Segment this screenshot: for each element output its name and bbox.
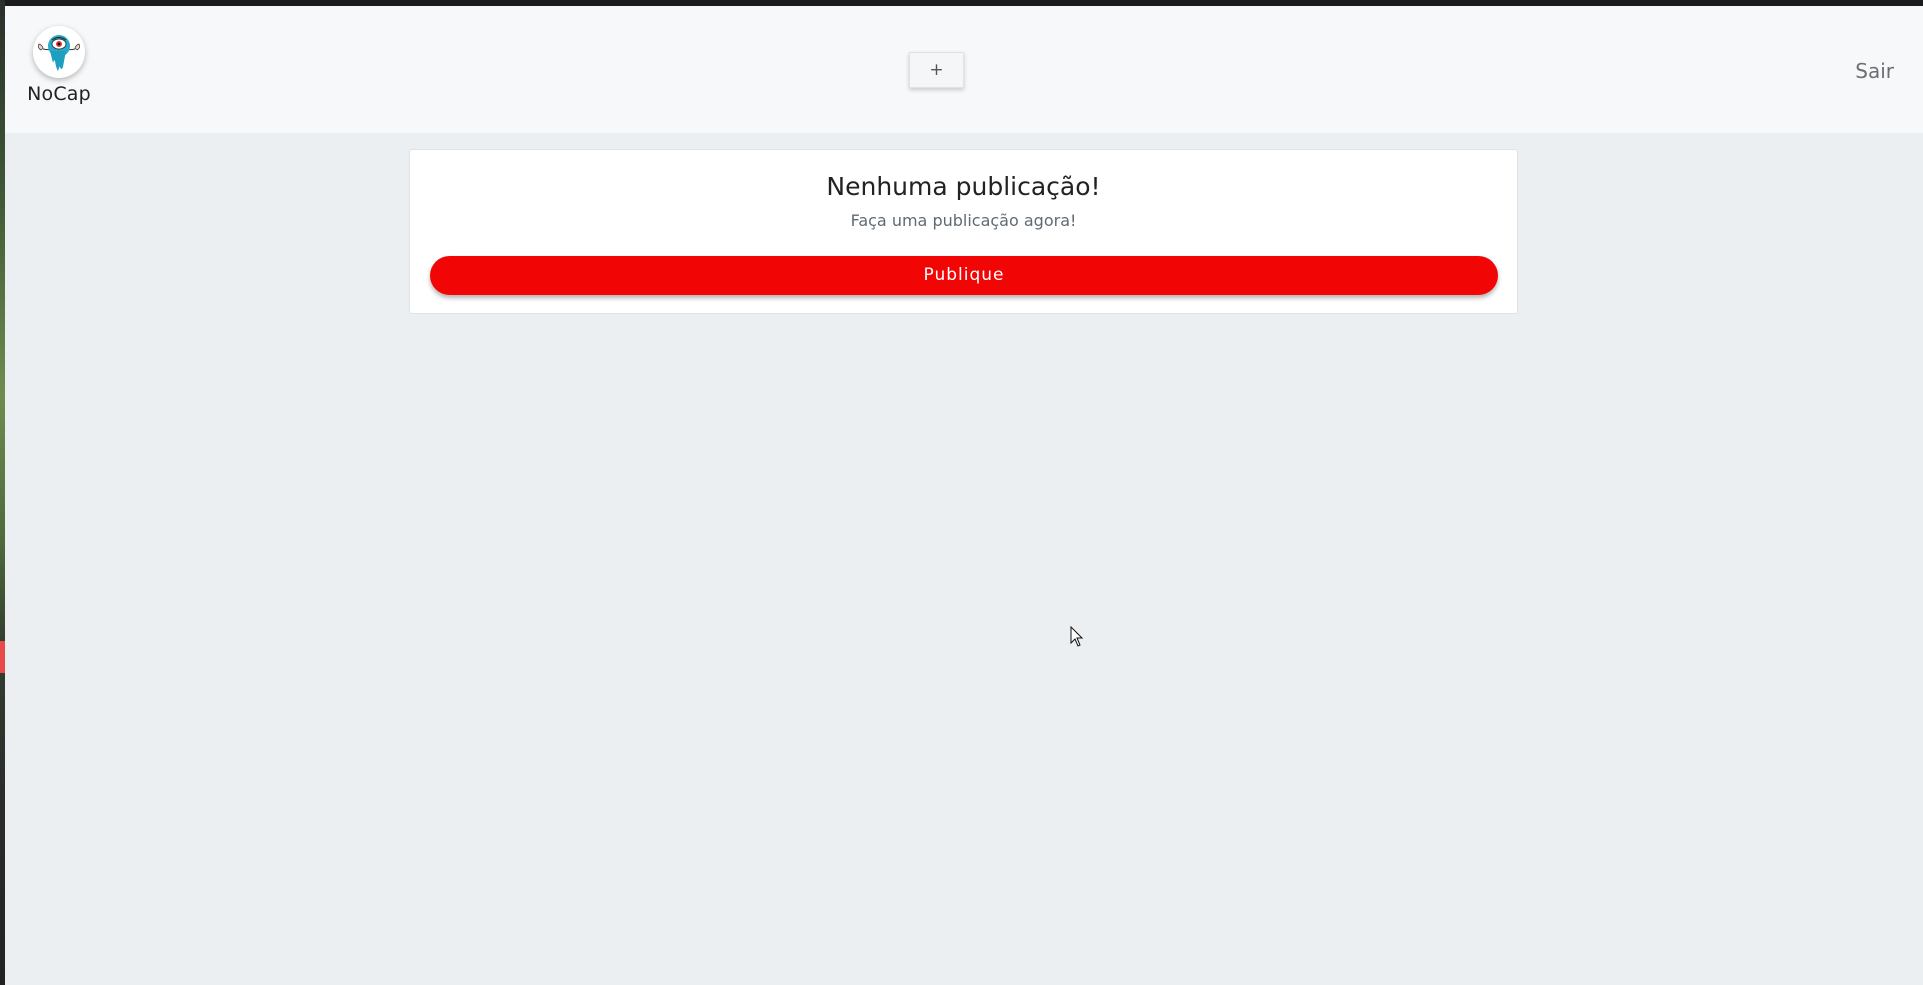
navbar: NoCap + Sair bbox=[5, 6, 1923, 133]
empty-feed-card: Nenhuma publicação! Faça uma publicação … bbox=[409, 149, 1518, 314]
app-window: NoCap + Sair Nenhuma publicação! Faça um… bbox=[5, 6, 1923, 985]
publish-button[interactable]: Publique bbox=[430, 256, 1498, 295]
mouse-cursor-icon bbox=[1070, 626, 1084, 647]
eye-monster-icon bbox=[33, 26, 85, 78]
add-post-button[interactable]: + bbox=[909, 52, 964, 88]
empty-feed-subtitle: Faça uma publicação agora! bbox=[850, 211, 1077, 230]
brand-name: NoCap bbox=[27, 83, 91, 105]
empty-feed-title: Nenhuma publicação! bbox=[826, 172, 1101, 201]
brand[interactable]: NoCap bbox=[17, 26, 101, 105]
logout-link[interactable]: Sair bbox=[1855, 59, 1894, 83]
